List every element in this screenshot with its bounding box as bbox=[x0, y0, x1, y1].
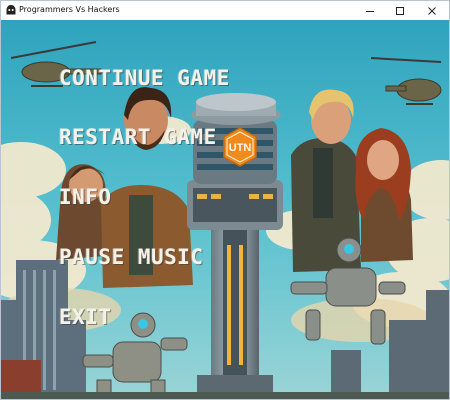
menu-exit[interactable]: EXIT bbox=[59, 304, 112, 330]
minimize-icon bbox=[366, 10, 374, 12]
game-window: Programmers Vs Hackers UTN CONTINUE GAME… bbox=[0, 0, 450, 400]
tower-badge-text: UTN bbox=[229, 142, 252, 154]
menu-info[interactable]: INFO bbox=[59, 184, 112, 210]
window-title: Programmers Vs Hackers bbox=[19, 5, 120, 14]
menu-continue-game[interactable]: CONTINUE GAME bbox=[59, 65, 230, 91]
game-canvas: UTN CONTINUE GAME RESTART GAME INFO PAUS… bbox=[1, 20, 449, 399]
app-icon bbox=[6, 5, 16, 15]
close-icon bbox=[428, 6, 436, 15]
minimize-button[interactable] bbox=[356, 1, 384, 20]
close-button[interactable] bbox=[418, 1, 446, 20]
menu-restart-game[interactable]: RESTART GAME bbox=[59, 124, 217, 150]
maximize-icon bbox=[396, 6, 404, 15]
title-bar[interactable]: Programmers Vs Hackers bbox=[1, 1, 449, 20]
maximize-button[interactable] bbox=[386, 1, 414, 20]
menu-pause-music[interactable]: PAUSE MUSIC bbox=[59, 244, 204, 270]
